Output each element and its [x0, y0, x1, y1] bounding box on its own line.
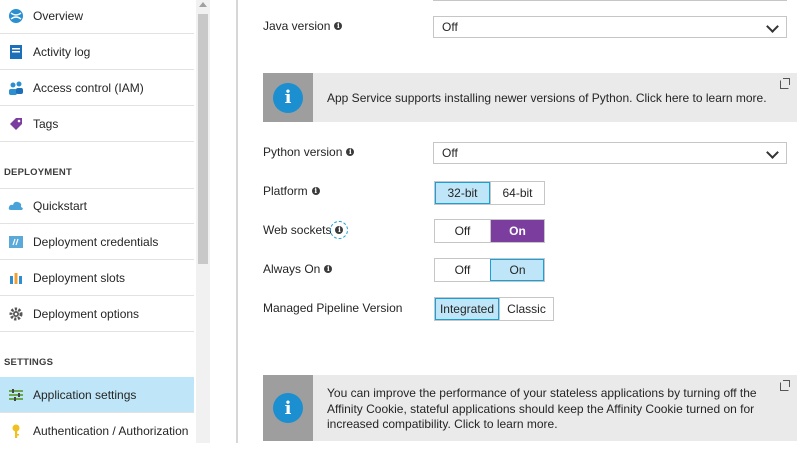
sidebar-scrollbar[interactable]	[196, 0, 210, 443]
platform-option-64bit[interactable]: 64-bit	[490, 182, 544, 204]
platform-label: Platform i	[263, 184, 320, 198]
pane-divider	[236, 0, 238, 443]
python-banner-text: App Service supports installing newer ve…	[327, 91, 767, 105]
always-on-option-off[interactable]: Off	[435, 259, 490, 281]
platform-option-32bit[interactable]: 32-bit	[435, 182, 490, 204]
platform-label-text: Platform	[263, 184, 308, 198]
sidebar-item-label: Deployment options	[33, 306, 140, 321]
slots-icon	[8, 270, 24, 286]
info-circle-icon: i	[273, 393, 303, 423]
web-sockets-label: Web sockets i	[263, 221, 349, 239]
sidebar-item-label: Overview	[33, 8, 84, 23]
affinity-banner-line: Affinity Cookie, stateful applications s…	[327, 401, 755, 416]
info-icon[interactable]: i	[334, 22, 343, 30]
banner-icon-box: i	[263, 73, 313, 122]
gear-icon	[8, 306, 24, 322]
info-icon[interactable]: i	[346, 148, 355, 156]
overview-globe-icon	[8, 8, 24, 24]
affinity-info-banner[interactable]: i You can improve the performance of you…	[263, 375, 797, 441]
people-icon	[8, 80, 24, 96]
sidebar-item-label: Deployment slots	[33, 270, 126, 285]
sidebar-item-deployment-slots[interactable]: Deployment slots	[0, 260, 194, 296]
python-version-label-text: Python version	[263, 145, 343, 159]
sidebar-item-application-settings[interactable]: Application settings	[0, 377, 194, 413]
cloud-icon	[8, 198, 24, 214]
platform-toggle: 32-bit 64-bit	[434, 181, 545, 205]
key-icon	[8, 423, 24, 439]
affinity-banner-text: You can improve the performance of your …	[327, 386, 757, 433]
python-info-banner[interactable]: i App Service supports installing newer …	[263, 73, 797, 122]
always-on-label: Always On i	[263, 262, 333, 276]
sidebar-item-label: Quickstart	[33, 199, 88, 213]
info-icon[interactable]: i	[311, 187, 320, 195]
section-header-settings: SETTINGS	[4, 357, 54, 368]
sidebar-item-label: Deployment credentials	[33, 234, 159, 249]
python-version-value: Off	[442, 146, 458, 160]
sidebar-item-overview[interactable]: Overview	[0, 0, 194, 34]
scroll-up-arrow-icon[interactable]	[199, 2, 207, 7]
always-on-label-text: Always On	[263, 262, 321, 276]
resource-menu: Overview Activity log Access control (IA…	[0, 0, 212, 443]
credentials-icon	[8, 234, 24, 250]
sidebar-item-authentication[interactable]: Authentication / Authorization	[0, 413, 194, 449]
sidebar-item-label: Application settings	[33, 387, 137, 402]
pipeline-option-integrated[interactable]: Integrated	[435, 298, 499, 320]
pipeline-toggle: Integrated Classic	[434, 297, 554, 321]
external-link-icon[interactable]	[780, 78, 790, 89]
affinity-banner-line: You can improve the performance of your …	[327, 386, 757, 400]
pipeline-label-text: Managed Pipeline Version	[263, 301, 403, 315]
sidebar-item-activity-log[interactable]: Activity log	[0, 34, 194, 70]
sidebar-item-deployment-options[interactable]: Deployment options	[0, 296, 194, 332]
sidebar-item-label: Activity log	[33, 44, 91, 59]
external-link-icon[interactable]	[780, 380, 790, 391]
sidebar-item-quickstart[interactable]: Quickstart	[0, 188, 194, 224]
java-version-label-text: Java version	[263, 19, 331, 33]
sidebar-item-label: Authentication / Authorization	[33, 424, 189, 438]
sidebar-item-label: Tags	[33, 116, 59, 131]
web-sockets-label-text: Web sockets	[263, 223, 332, 237]
web-sockets-option-off[interactable]: Off	[435, 220, 490, 242]
sidebar-item-access-control[interactable]: Access control (IAM)	[0, 70, 194, 106]
always-on-toggle: Off On	[434, 258, 545, 282]
affinity-banner-line: increased compatibility. Click to learn …	[327, 417, 558, 431]
java-version-label: Java version i	[263, 19, 343, 33]
activity-log-icon	[8, 44, 24, 60]
java-version-select[interactable]: Off	[433, 16, 787, 38]
info-icon[interactable]: i	[324, 265, 333, 273]
info-circle-icon: i	[273, 82, 303, 113]
java-version-value: Off	[442, 20, 458, 34]
pipeline-label: Managed Pipeline Version	[263, 301, 402, 315]
banner-icon-box: i	[263, 375, 313, 441]
python-version-label: Python version i	[263, 145, 355, 159]
scrollbar-thumb[interactable]	[198, 14, 208, 264]
tag-icon	[8, 116, 24, 132]
python-version-select[interactable]: Off	[433, 142, 787, 164]
pipeline-option-classic[interactable]: Classic	[499, 298, 553, 320]
chevron-down-icon	[766, 20, 779, 33]
sidebar-item-deployment-credentials[interactable]: Deployment credentials	[0, 224, 194, 260]
settings-lines-icon	[8, 387, 24, 403]
previous-field-edge	[433, 0, 787, 1]
web-sockets-toggle: Off On	[434, 219, 545, 243]
sidebar-item-tags[interactable]: Tags	[0, 106, 194, 142]
sidebar-item-label: Access control (IAM)	[33, 80, 144, 95]
chevron-down-icon	[766, 146, 779, 159]
always-on-option-on[interactable]: On	[490, 259, 544, 281]
web-sockets-option-on[interactable]: On	[490, 220, 544, 242]
section-header-deployment: DEPLOYMENT	[4, 167, 72, 178]
info-icon[interactable]: i	[330, 221, 349, 239]
